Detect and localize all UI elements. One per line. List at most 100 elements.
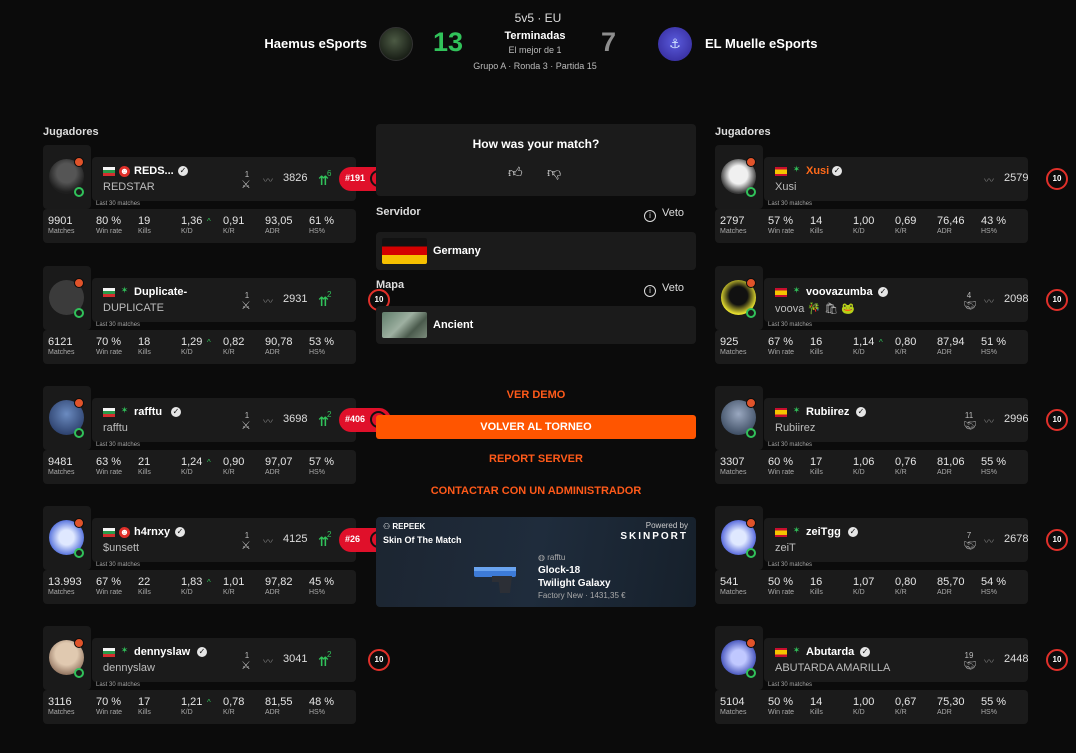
handshake-icon: 🤝︎ xyxy=(963,300,977,312)
crossed-swords-icon: ⚔ xyxy=(241,540,251,552)
stat-label: Matches xyxy=(720,469,747,476)
stat-label: Kills xyxy=(138,709,151,716)
spain-flag-icon xyxy=(775,528,787,537)
elo-value: 2448 xyxy=(1004,653,1029,665)
avatar-frame[interactable] xyxy=(715,266,763,330)
player-nickname[interactable]: rafftu xyxy=(134,406,162,418)
map-veto-link[interactable]: i Veto xyxy=(644,282,684,297)
avatar-frame[interactable] xyxy=(43,266,91,330)
stat-label: Win rate xyxy=(96,469,123,476)
stat-value: 6121 xyxy=(48,336,73,348)
stat-kr: 1,01 K/R xyxy=(223,576,244,596)
trend-icon: 〰 xyxy=(984,176,994,187)
elo-value: 2931 xyxy=(283,293,308,305)
avatar-frame[interactable] xyxy=(715,626,763,690)
kd-up-arrow-icon: ^ xyxy=(207,458,211,467)
report-server-link[interactable]: REPORT SERVER xyxy=(376,453,696,465)
avatar-frame[interactable] xyxy=(43,386,91,450)
thumbs-down-icon[interactable]: 👎︎ xyxy=(547,164,561,181)
avatar-frame[interactable] xyxy=(43,145,91,209)
stat-value: 14 xyxy=(810,696,823,708)
rank-badge-icon xyxy=(74,398,84,408)
avatar-frame[interactable] xyxy=(43,506,91,570)
stat-matches: 3307 Matches xyxy=(720,456,746,476)
player-nickname[interactable]: Duplicate- xyxy=(134,286,187,298)
stat-value: 16 xyxy=(810,336,823,348)
stat-value: 50 % xyxy=(768,576,794,588)
stat-value: 541 xyxy=(720,576,739,588)
stat-label: Kills xyxy=(138,469,151,476)
player-nickname[interactable]: zeiTgg xyxy=(806,526,841,538)
rank-badge-icon xyxy=(746,638,756,648)
stat-label: Win rate xyxy=(96,228,123,235)
team-right-logo[interactable]: ⚓ xyxy=(658,27,692,61)
stat-adr: 81,06 ADR xyxy=(937,456,965,476)
stat-label: Matches xyxy=(48,228,75,235)
match-rating-box: How was your match? 👍︎ 👎︎ xyxy=(376,124,696,196)
avatar-frame[interactable] xyxy=(715,145,763,209)
stat-value: 51 % xyxy=(981,336,1007,348)
stat-label: ADR xyxy=(937,709,952,716)
veto-label: Veto xyxy=(662,282,685,294)
player-card: ✶ zeiTgg ✓ zeiT 7 🤝︎ 〰 2678 10 Last 30 matches 541… xyxy=(715,506,1068,604)
crossed-swords-icon: ⚔ xyxy=(241,660,251,672)
player-display-name: rafftu xyxy=(103,422,128,434)
player-nickname[interactable]: voovazumba xyxy=(806,286,873,298)
team-left-name[interactable]: Haemus eSports xyxy=(264,36,367,51)
player-nickname[interactable]: h4rnxy xyxy=(134,526,170,538)
back-to-tournament-button[interactable]: VOLVER AL TORNEO xyxy=(376,415,696,439)
ranking-value: #191 xyxy=(345,173,366,183)
stat-kd: 1,07 K/D xyxy=(853,576,874,596)
server-veto-link[interactable]: i Veto xyxy=(644,207,684,222)
handshake-icon: 🤝︎ xyxy=(963,540,977,552)
stat-value: 0,91 xyxy=(223,215,245,227)
player-main-row: ☻ REDS... ✓ REDSTAR 1 ⚔ 〰 3826 6 ⇈ #191 xyxy=(92,157,391,201)
player-stats-row: 9901 Matches 80 % Win rate 19 Kills 1,36 K/D ^ 0… xyxy=(43,209,356,243)
skin-of-match-card[interactable]: ⚇ REPEEK Skin Of The Match Powered by SK… xyxy=(376,517,696,607)
stat-adr: 97,07 ADR xyxy=(265,456,293,476)
stat-value: 57 % xyxy=(309,456,335,468)
player-nickname[interactable]: REDS... xyxy=(134,165,174,177)
stat-value: 21 xyxy=(138,456,151,468)
thumbs-up-icon[interactable]: 👍︎ xyxy=(508,164,523,181)
stat-label: ADR xyxy=(937,589,952,596)
stat-matches: 13.993 Matches xyxy=(48,576,82,596)
watch-demo-link[interactable]: VER DEMO xyxy=(376,389,696,401)
stat-label: HS% xyxy=(981,709,997,716)
player-nickname[interactable]: dennyslaw xyxy=(134,646,190,658)
skinport-logo[interactable]: SKINPORT xyxy=(620,531,688,542)
stat-label: K/D xyxy=(853,589,865,596)
team-right-name[interactable]: EL Muelle eSports xyxy=(705,36,817,51)
skin-weapon: Glock-18 xyxy=(538,565,581,576)
stat-label: HS% xyxy=(309,709,325,716)
stat-label: K/R xyxy=(223,228,235,235)
last-30-label: Last 30 matches xyxy=(96,562,141,568)
player-nickname[interactable]: Abutarda xyxy=(806,646,854,658)
stat-matches: 541 Matches xyxy=(720,576,746,596)
player-nickname[interactable]: Xusi xyxy=(806,165,829,177)
stat-label: Win rate xyxy=(96,349,123,356)
player-stats-row: 925 Matches 67 % Win rate 16 Kills 1,14 K/D ^ 0,… xyxy=(715,330,1028,364)
stat-adr: 75,30 ADR xyxy=(937,696,965,716)
skin-brand: ⚇ REPEEK xyxy=(383,522,425,531)
contact-admin-link[interactable]: CONTACTAR CON UN ADMINISTRADOR xyxy=(376,485,696,497)
bulgaria-flag-icon xyxy=(103,408,115,417)
right-players-title: Jugadores xyxy=(715,126,771,138)
team-left-logo[interactable] xyxy=(379,27,413,61)
stat-hs: 48 % HS% xyxy=(309,696,334,716)
stat-label: Kills xyxy=(810,589,823,596)
player-nickname[interactable]: Rubiirez xyxy=(806,406,849,418)
skin-owner-name: rafftu xyxy=(547,553,566,562)
powered-by: Powered by xyxy=(645,521,688,530)
handshake-icon: 🤝︎ xyxy=(963,660,977,672)
stat-kd: 1,21 K/D ^ xyxy=(181,696,211,716)
avatar-frame[interactable] xyxy=(43,626,91,690)
elo-value: 2098 xyxy=(1004,293,1029,305)
elo-value: 3698 xyxy=(283,413,308,425)
verified-icon: ✓ xyxy=(197,647,207,657)
avatar-frame[interactable] xyxy=(715,506,763,570)
map-value: Ancient xyxy=(433,319,474,331)
stat-value: 75,30 xyxy=(937,696,965,708)
avatar-frame[interactable] xyxy=(715,386,763,450)
trend-icon: 〰 xyxy=(263,176,273,187)
